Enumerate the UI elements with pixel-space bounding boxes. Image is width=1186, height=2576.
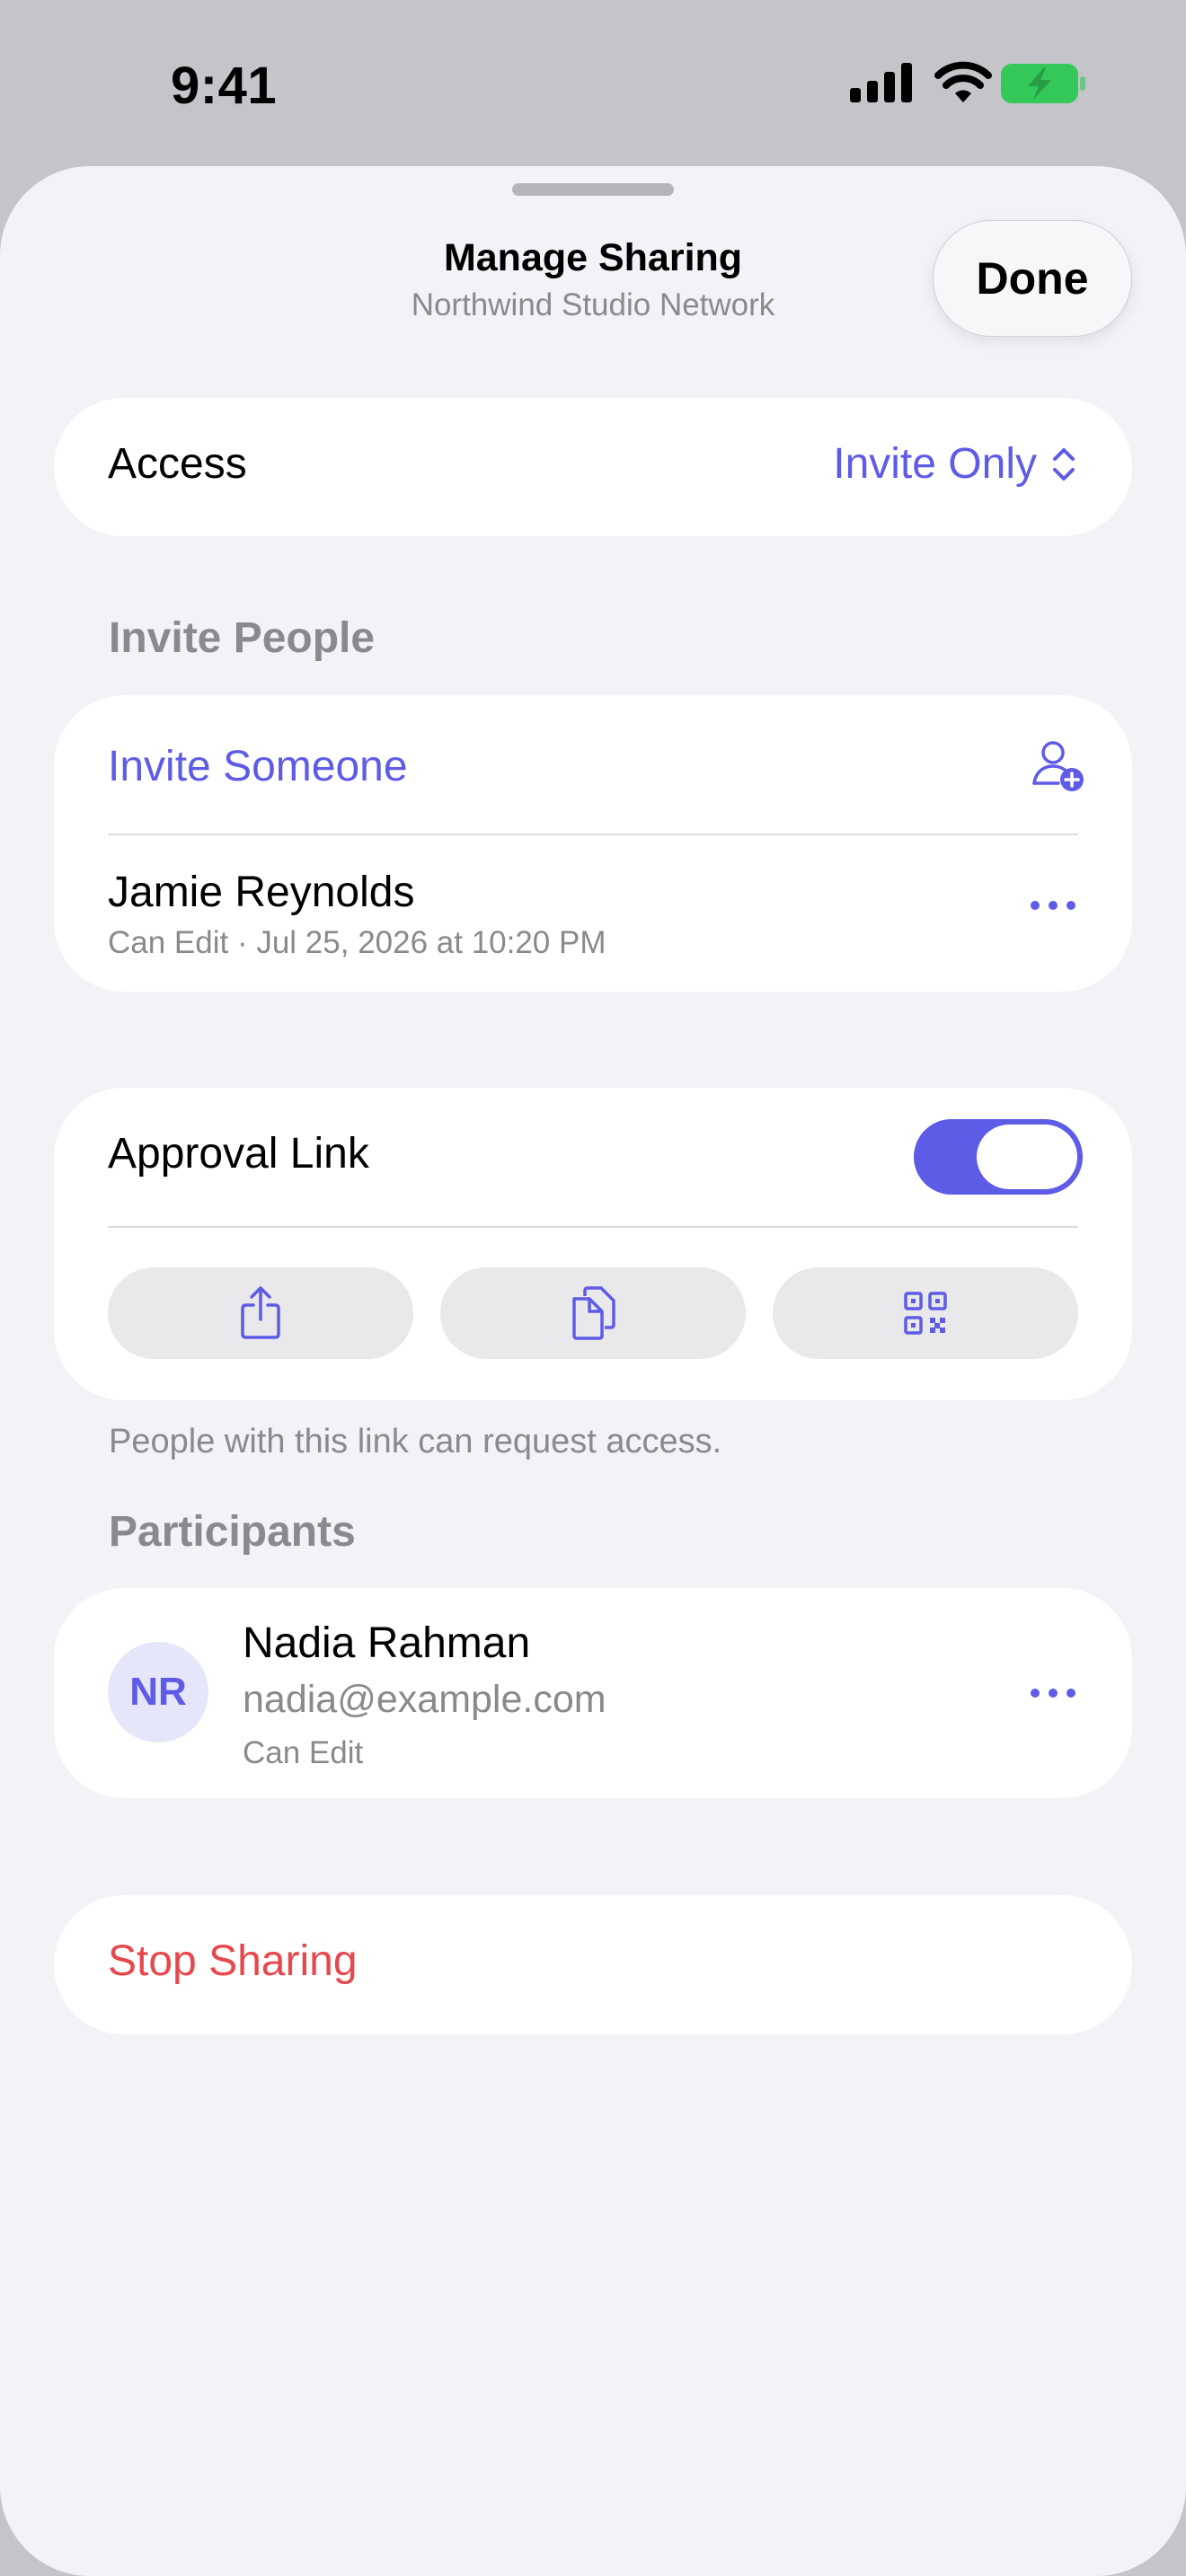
- share-link-button[interactable]: [108, 1267, 413, 1359]
- stop-sharing-label: Stop Sharing: [108, 1937, 358, 1985]
- approval-link-label: Approval Link: [108, 1130, 369, 1178]
- row-divider: [108, 834, 1078, 835]
- qr-code-button[interactable]: [773, 1267, 1078, 1359]
- sheet-grabber[interactable]: [512, 183, 674, 196]
- battery-charging-icon: [1001, 64, 1085, 103]
- participant-name: Nadia Rahman: [243, 1619, 531, 1667]
- toggle-knob: [977, 1125, 1077, 1189]
- invitee-name: Jamie Reynolds: [108, 869, 415, 916]
- approval-link-card: Approval Link: [54, 1088, 1132, 1400]
- invite-people-card: Invite Someone Jamie Reynolds Can Edit ·…: [54, 695, 1132, 992]
- access-picker[interactable]: Invite Only: [833, 439, 1076, 489]
- access-row[interactable]: Access Invite Only: [54, 398, 1132, 536]
- add-person-icon[interactable]: [1031, 738, 1085, 794]
- copy-link-button[interactable]: [440, 1267, 746, 1359]
- qr-code-icon: [904, 1292, 947, 1335]
- approval-link-toggle[interactable]: [914, 1119, 1083, 1195]
- row-divider: [108, 1226, 1078, 1228]
- share-icon: [241, 1286, 280, 1339]
- access-label: Access: [108, 440, 247, 488]
- more-options-icon[interactable]: [1030, 899, 1076, 912]
- more-options-icon[interactable]: [1030, 1687, 1076, 1699]
- participants-header: Participants: [109, 1508, 356, 1556]
- cellular-signal-icon: [850, 63, 912, 102]
- stop-sharing-button[interactable]: Stop Sharing: [54, 1895, 1132, 2034]
- invite-someone-button[interactable]: Invite Someone: [108, 742, 408, 791]
- participant-role: Can Edit: [243, 1735, 364, 1770]
- invitee-detail: Can Edit · Jul 25, 2026 at 10:20 PM: [108, 925, 606, 960]
- participant-row[interactable]: NR Nadia Rahman nadia@example.com Can Ed…: [54, 1588, 1132, 1798]
- approval-link-footnote: People with this link can request access…: [109, 1423, 722, 1460]
- chevron-up-down-icon: [1053, 447, 1075, 481]
- avatar: NR: [108, 1642, 208, 1742]
- done-button[interactable]: Done: [933, 220, 1132, 337]
- invite-people-header: Invite People: [109, 614, 376, 662]
- copy-icon: [572, 1286, 615, 1340]
- access-value: Invite Only: [833, 440, 1037, 488]
- manage-sharing-sheet: Manage Sharing Northwind Studio Network …: [0, 166, 1186, 2576]
- participant-email: nadia@example.com: [243, 1678, 606, 1721]
- wifi-icon: [934, 61, 992, 102]
- status-time: 9:41: [171, 57, 278, 115]
